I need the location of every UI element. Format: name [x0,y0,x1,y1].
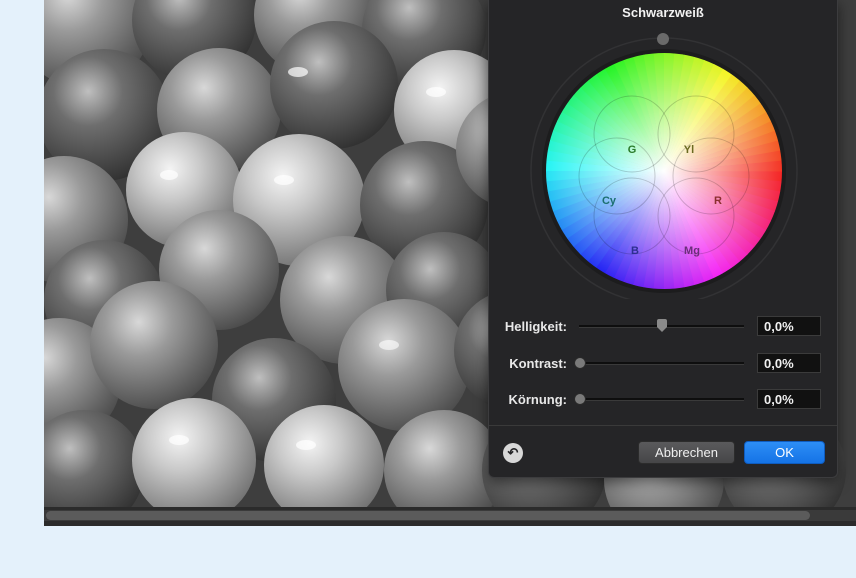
horizontal-scrollbar[interactable] [44,510,856,521]
scrollbar-thumb[interactable] [46,511,810,520]
grain-label: Körnung: [508,392,567,407]
contrast-slider-thumb[interactable] [574,357,586,369]
grain-value-field[interactable]: 0,0% [757,389,821,409]
contrast-value-field[interactable]: 0,0% [757,353,821,373]
contrast-slider[interactable] [574,357,744,369]
ok-button[interactable]: OK [744,441,825,464]
wheel-label-g: G [628,144,637,156]
brightness-label: Helligkeit: [504,319,567,334]
color-wheel-control[interactable]: G Yl Cy R B Mg [529,29,799,305]
wheel-handle[interactable] [657,33,669,45]
black-white-panel: Schwarzweiß G Yl Cy R B Mg Helligkeit: 0… [488,0,838,478]
panel-divider [489,425,837,426]
wheel-label-cy: Cy [602,195,617,207]
cancel-button[interactable]: Abbrechen [638,441,735,464]
photo-scroll-area [44,507,856,526]
color-wheel[interactable]: G Yl Cy R B Mg [529,29,799,305]
wheel-label-mg: Mg [684,245,700,257]
contrast-label: Kontrast: [509,356,567,371]
grain-slider-thumb[interactable] [574,393,586,405]
grain-slider[interactable] [574,393,744,405]
brightness-slider[interactable] [579,319,744,332]
wheel-label-yl: Yl [684,144,694,156]
wheel-label-b: B [631,245,639,257]
wheel-label-r: R [714,195,722,207]
undo-arrow-icon[interactable]: ↶ [503,443,523,463]
panel-title: Schwarzweiß [622,5,704,20]
brightness-value-field[interactable]: 0,0% [757,316,821,336]
